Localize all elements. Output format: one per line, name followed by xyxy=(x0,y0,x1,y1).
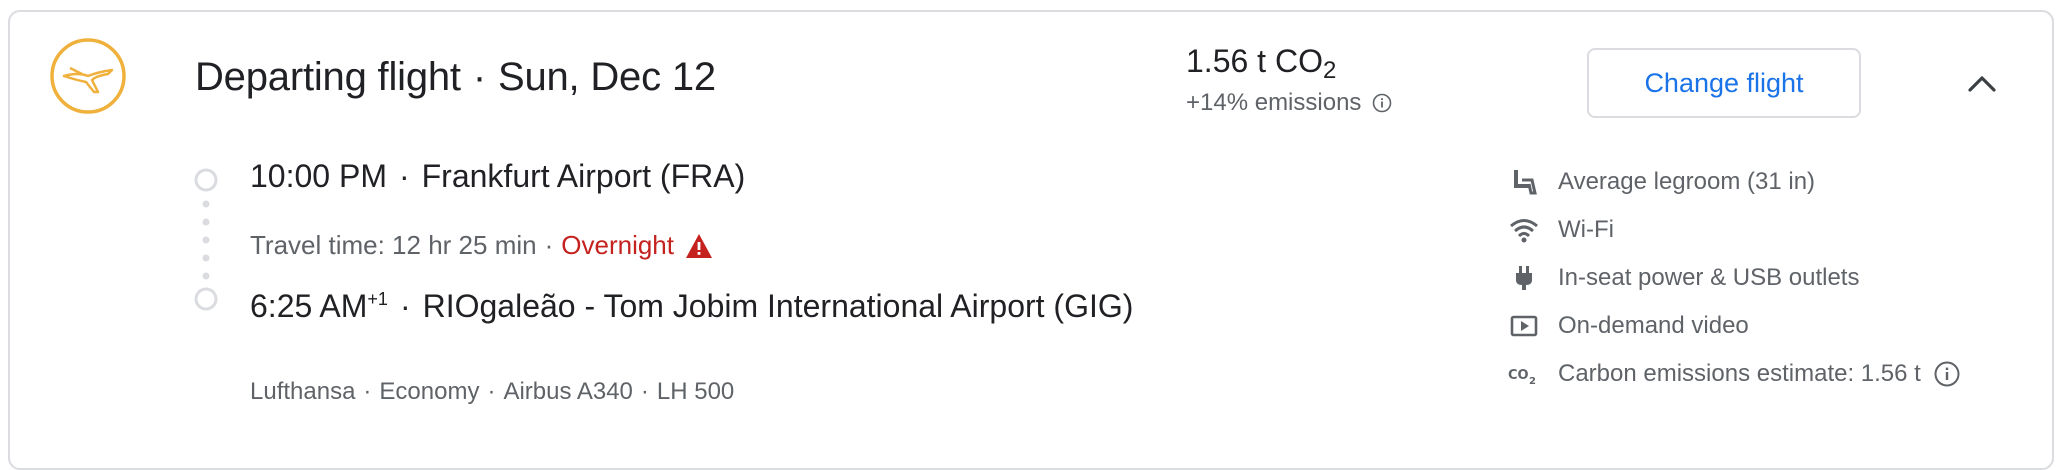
flight-direction-label: Departing flight xyxy=(195,55,461,99)
emissions-delta-row: +14% emissions xyxy=(1186,89,1393,117)
amenity-label: Average legroom (31 in) xyxy=(1558,168,1816,195)
travel-time: Travel time: 12 hr 25 min xyxy=(250,230,537,260)
flight-details: Lufthansa · Economy · Airbus A340 · LH 500 xyxy=(250,378,734,406)
amenity-power: In-seat power & USB outlets xyxy=(1508,254,1961,302)
departure-row: 10:00 PM · Frankfurt Airport (FRA) xyxy=(250,158,745,195)
details-separator: · xyxy=(487,378,496,405)
departure-airport: Frankfurt Airport (FRA) xyxy=(421,158,746,194)
info-icon[interactable] xyxy=(1371,92,1393,114)
info-icon[interactable] xyxy=(1933,360,1961,388)
amenity-label: In-seat power & USB outlets xyxy=(1558,264,1860,291)
details-separator: · xyxy=(363,378,372,405)
wifi-icon xyxy=(1508,214,1540,246)
svg-text:CO: CO xyxy=(1508,368,1529,383)
arrival-airport: RIOgaleão - Tom Jobim International Airp… xyxy=(422,288,1134,324)
svg-text:2: 2 xyxy=(1529,376,1536,387)
warning-icon xyxy=(684,232,714,260)
flight-number: LH 500 xyxy=(656,378,735,405)
overnight-label: Overnight xyxy=(561,230,674,260)
aircraft-type: Airbus A340 xyxy=(503,378,633,405)
amenity-label: Carbon emissions estimate: 1.56 t xyxy=(1558,360,1921,387)
amenity-co2: CO 2 Carbon emissions estimate: 1.56 t xyxy=(1508,350,1961,398)
airline-name: Lufthansa xyxy=(250,378,356,405)
power-plug-icon xyxy=(1508,262,1540,294)
row-separator: · xyxy=(399,288,411,324)
row-separator: · xyxy=(544,230,554,260)
flight-date: Sun, Dec 12 xyxy=(497,55,716,99)
emissions-delta: +14% emissions xyxy=(1186,89,1362,116)
emissions-summary: 1.56 t CO2 +14% emissions xyxy=(1186,43,1393,117)
co2-icon: CO 2 xyxy=(1508,358,1540,390)
row-separator: · xyxy=(398,158,410,194)
amenity-video: On-demand video xyxy=(1508,302,1961,350)
co2-subscript: 2 xyxy=(1322,57,1337,84)
travel-time-row: Travel time: 12 hr 25 min · Overnight xyxy=(250,230,714,261)
amenities-list: Average legroom (31 in) Wi-Fi In-seat po… xyxy=(1508,158,1961,398)
change-flight-button[interactable]: Change flight xyxy=(1587,48,1861,118)
co2-amount: 1.56 t CO xyxy=(1186,43,1323,79)
details-separator: · xyxy=(640,378,649,405)
amenity-legroom: Average legroom (31 in) xyxy=(1508,158,1961,206)
arrival-time: 6:25 AM xyxy=(250,288,368,324)
chevron-up-icon[interactable] xyxy=(1964,66,2000,102)
itinerary-timeline xyxy=(192,168,220,318)
video-play-icon xyxy=(1508,310,1540,342)
page-title: Departing flight · Sun, Dec 12 xyxy=(195,55,716,100)
title-separator: · xyxy=(472,55,486,99)
lufthansa-logo xyxy=(48,36,128,116)
departure-time: 10:00 PM xyxy=(250,158,387,194)
amenity-label: Wi-Fi xyxy=(1558,216,1614,243)
amenity-label: On-demand video xyxy=(1558,312,1749,339)
arrival-day-offset: +1 xyxy=(367,289,388,309)
legroom-seat-icon xyxy=(1508,166,1540,198)
co2-value: 1.56 t CO2 xyxy=(1186,43,1393,85)
arrival-row: 6:25 AM+1 · RIOgaleão - Tom Jobim Internat… xyxy=(250,288,1133,325)
cabin-class: Economy xyxy=(379,378,480,405)
amenity-wifi: Wi-Fi xyxy=(1508,206,1961,254)
